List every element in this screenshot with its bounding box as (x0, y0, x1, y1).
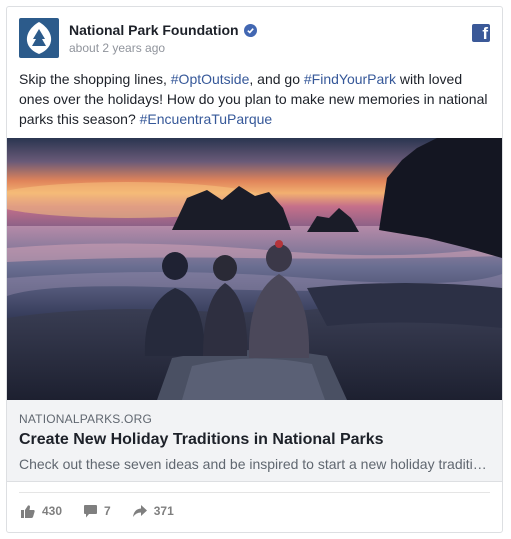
arrowhead-logo-icon (26, 22, 52, 54)
link-title[interactable]: Create New Holiday Traditions in Nationa… (19, 431, 384, 449)
post-text-segment: Skip the shopping lines, (19, 71, 171, 87)
link-domain: NATIONALPARKS.ORG (19, 412, 152, 426)
like-count-value: 430 (42, 504, 63, 518)
page-name[interactable]: National Park Foundation (69, 22, 239, 38)
post-card: National Park Foundation about 2 years a… (6, 6, 503, 533)
link-description: Check out these seven ideas and be inspi… (19, 456, 489, 472)
facebook-icon[interactable]: f (472, 24, 490, 42)
hashtag-encuentratuparque[interactable]: #EncuentraTuParque (140, 111, 273, 127)
comment-count[interactable]: 7 (84, 504, 111, 518)
share-count[interactable]: 371 (132, 504, 174, 518)
verified-badge-icon (243, 23, 257, 37)
sunset-beach-image (7, 138, 502, 400)
hashtag-findyourpark[interactable]: #FindYourPark (304, 71, 396, 87)
page-avatar[interactable] (19, 18, 59, 58)
post-timestamp[interactable]: about 2 years ago (69, 41, 165, 55)
actions-divider (19, 492, 490, 493)
hashtag-optoutside[interactable]: #OptOutside (171, 71, 250, 87)
post-text-segment: , and go (249, 71, 304, 87)
comment-count-value: 7 (104, 504, 111, 518)
like-icon (21, 504, 35, 518)
share-count-value: 371 (153, 504, 174, 518)
post-text: Skip the shopping lines, #OptOutside, an… (19, 69, 494, 129)
link-preview[interactable]: NATIONALPARKS.ORG Create New Holiday Tra… (7, 400, 502, 482)
engagement-bar: 430 7 371 (21, 504, 196, 518)
post-header: National Park Foundation about 2 years a… (19, 18, 490, 62)
comment-icon (84, 504, 98, 517)
share-icon (132, 505, 147, 517)
like-count[interactable]: 430 (21, 504, 62, 518)
post-photo[interactable] (7, 138, 502, 400)
